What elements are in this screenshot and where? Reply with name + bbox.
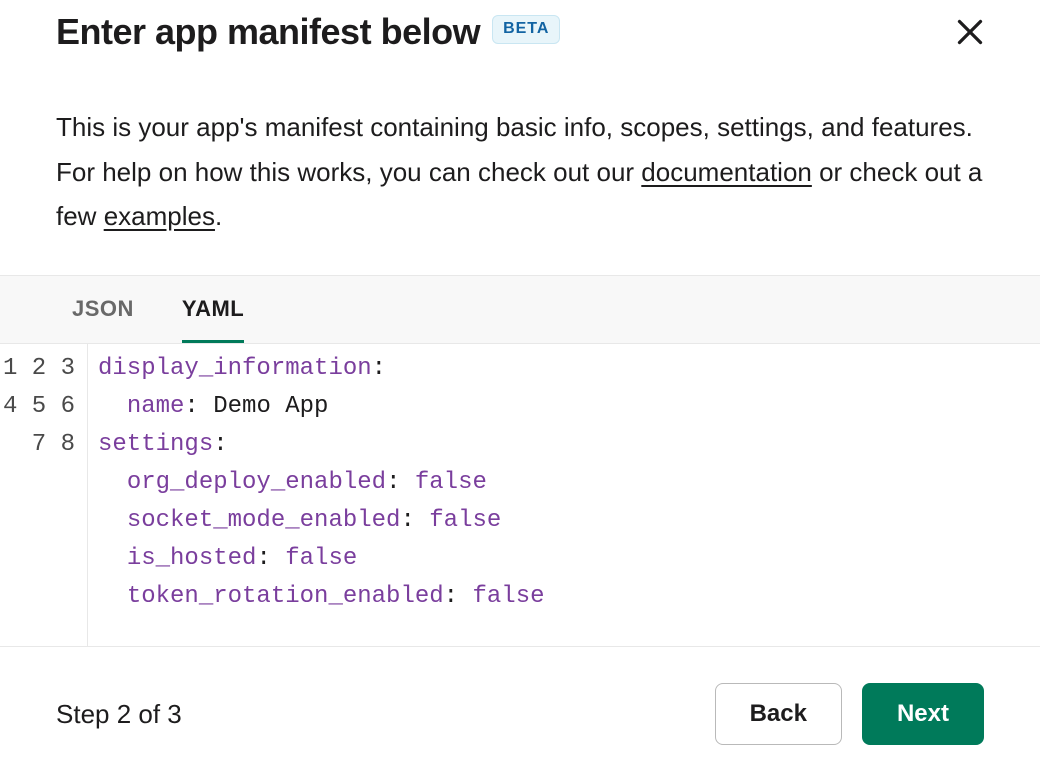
manifest-modal: Enter app manifest below BETA This is yo… (0, 0, 1040, 781)
documentation-link[interactable]: documentation (641, 157, 812, 187)
next-button[interactable]: Next (862, 683, 984, 745)
line-number-gutter: 1 2 3 4 5 6 7 8 (0, 344, 88, 646)
beta-badge: BETA (492, 15, 560, 44)
examples-link[interactable]: examples (104, 201, 215, 231)
description-text-3: . (215, 201, 222, 231)
tabs: JSON YAML (0, 276, 1040, 343)
close-button[interactable] (948, 10, 992, 57)
code-editor[interactable]: 1 2 3 4 5 6 7 8 display_information: nam… (0, 344, 1040, 646)
footer-buttons: Back Next (715, 683, 984, 745)
step-indicator: Step 2 of 3 (56, 699, 182, 730)
back-button[interactable]: Back (715, 683, 842, 745)
editor-inner: 1 2 3 4 5 6 7 8 display_information: nam… (0, 344, 1040, 646)
modal-footer: Step 2 of 3 Back Next (0, 646, 1040, 781)
modal-description: This is your app's manifest containing b… (0, 57, 1040, 275)
title-wrap: Enter app manifest below BETA (56, 10, 560, 53)
tabs-container: JSON YAML (0, 275, 1040, 344)
modal-title: Enter app manifest below (56, 10, 480, 53)
close-icon (952, 14, 988, 50)
tab-yaml[interactable]: YAML (182, 276, 244, 343)
modal-header: Enter app manifest below BETA (0, 0, 1040, 57)
code-content: display_information: name: Demo Appsetti… (88, 344, 545, 646)
tab-json[interactable]: JSON (72, 276, 134, 343)
